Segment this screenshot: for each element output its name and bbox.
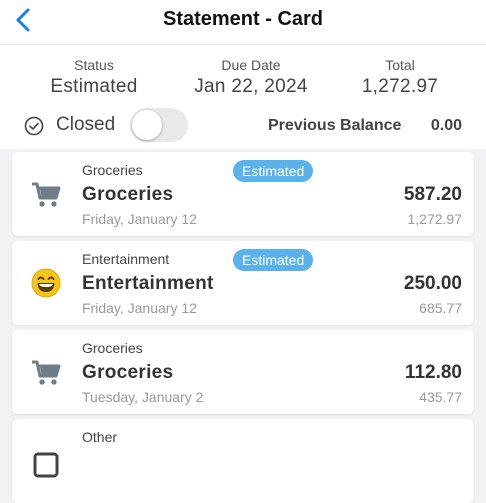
running-balance: 685.77	[419, 300, 462, 316]
total-label: Total	[385, 57, 415, 73]
transaction-category: Entertainment	[82, 251, 170, 267]
square-icon	[33, 452, 59, 478]
transaction-date: Friday, January 12	[82, 300, 197, 316]
running-balance: 435.77	[419, 389, 462, 405]
total-block: Total 1,272.97	[354, 57, 446, 98]
closed-label: Closed	[56, 114, 116, 135]
closed-row: Closed Previous Balance 0.00	[24, 108, 464, 142]
estimated-badge: Estimated	[233, 160, 314, 182]
statement-summary: Status Estimated Due Date Jan 22, 2024 T…	[0, 45, 486, 149]
status-label: Status	[74, 57, 114, 73]
smiley-icon	[31, 268, 61, 298]
cart-icon	[32, 182, 61, 207]
due-date-value: Jan 22, 2024	[194, 76, 308, 97]
navigation-bar: Statement - Card	[0, 0, 486, 45]
transaction-category: Other	[82, 429, 118, 445]
transaction-name: Entertainment	[82, 273, 214, 294]
cart-icon	[32, 360, 61, 385]
transaction-row[interactable]: Other	[12, 419, 474, 503]
status-block: Status Estimated	[44, 57, 144, 98]
due-date-label: Due Date	[221, 57, 281, 73]
page-title: Statement - Card	[162, 8, 324, 30]
transaction-amount: 587.20	[403, 184, 462, 205]
transaction-name: Groceries	[82, 362, 174, 383]
transaction-row[interactable]: Groceries Groceries Tuesday, January 2 1…	[12, 330, 474, 414]
toggle-knob	[132, 110, 162, 140]
transaction-category: Groceries	[82, 340, 143, 356]
previous-balance-value: 0.00	[430, 117, 462, 134]
closed-toggle[interactable]	[130, 108, 188, 142]
transaction-row[interactable]: Entertainment Estimated Entertainment Fr…	[12, 241, 474, 325]
transaction-date: Tuesday, January 2	[82, 389, 204, 405]
running-balance: 1,272.97	[407, 211, 463, 227]
previous-balance-label: Previous Balance	[268, 117, 402, 134]
estimated-badge: Estimated	[233, 249, 314, 271]
transaction-amount: 112.80	[404, 362, 462, 383]
transaction-row[interactable]: Groceries Estimated Groceries Friday, Ja…	[12, 152, 474, 236]
transaction-date: Friday, January 12	[82, 211, 197, 227]
transaction-category: Groceries	[82, 162, 143, 178]
check-circle-icon	[24, 116, 44, 136]
transaction-name: Groceries	[82, 184, 174, 205]
total-value: 1,272.97	[361, 76, 439, 97]
due-date-block: Due Date Jan 22, 2024	[185, 57, 317, 98]
status-value: Estimated	[50, 76, 138, 97]
transaction-amount: 250.00	[403, 273, 462, 294]
